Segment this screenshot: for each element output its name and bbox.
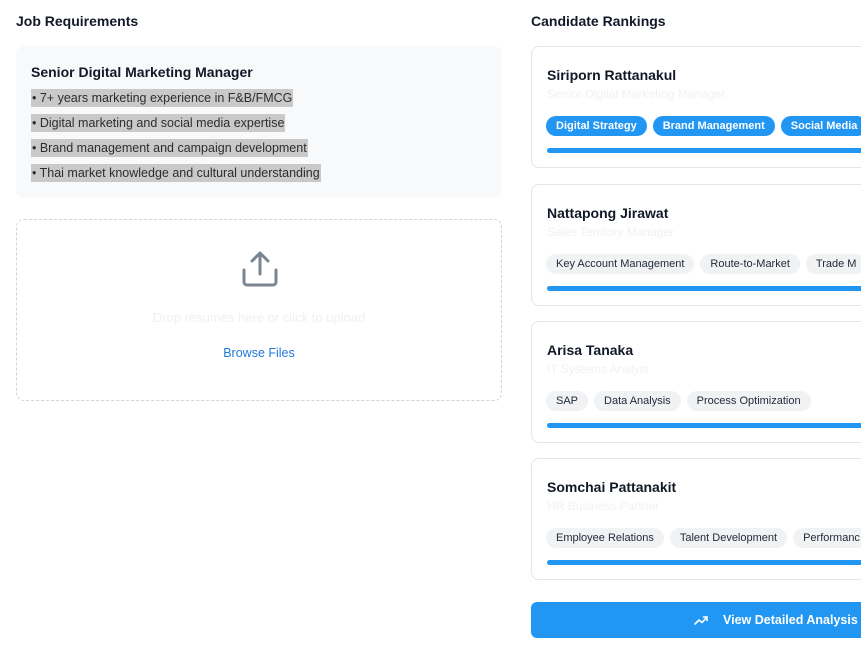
- skill-tag: Performanc: [793, 528, 861, 548]
- skill-tag: Brand Management: [652, 116, 775, 136]
- candidate-rankings-heading: Candidate Rankings: [531, 13, 666, 29]
- skill-tag: Talent Development: [669, 528, 788, 548]
- skill-tag: Digital Strategy: [546, 116, 647, 136]
- candidate-name: Arisa Tanaka: [547, 342, 634, 358]
- match-bar: [547, 560, 861, 565]
- candidate-role: HR Business Partner: [547, 499, 660, 513]
- requirement-item: • Digital marketing and social media exp…: [31, 114, 286, 132]
- match-bar: [547, 423, 861, 428]
- candidate-role: Senior Digital Marketing Manager: [547, 87, 726, 101]
- requirement-item: • Thai market knowledge and cultural und…: [31, 164, 321, 182]
- skill-tag: Social Media: [780, 116, 861, 136]
- candidate-card[interactable]: Somchai Pattanakit HR Business Partner E…: [531, 458, 861, 580]
- skill-tag: Route-to-Market: [700, 254, 800, 274]
- candidate-card[interactable]: Arisa Tanaka IT Systems Analyst SAP Data …: [531, 321, 861, 443]
- job-requirements-heading: Job Requirements: [16, 13, 139, 29]
- skill-tag: Process Optimization: [686, 391, 811, 411]
- candidate-role: Sales Territory Manager: [547, 225, 675, 239]
- candidate-role: IT Systems Analyst: [547, 362, 649, 376]
- resume-dropzone[interactable]: Drop resumes here or click to upload Bro…: [16, 219, 502, 401]
- job-requirements-card: Senior Digital Marketing Manager • 7+ ye…: [16, 46, 502, 198]
- skill-tags: SAP Data Analysis Process Optimization: [546, 391, 817, 411]
- skill-tag: Employee Relations: [546, 528, 664, 548]
- skill-tag: Trade M: [805, 254, 861, 274]
- candidate-name: Somchai Pattanakit: [547, 479, 677, 495]
- analysis-button-label: View Detailed Analysis: [723, 613, 858, 627]
- requirements-list: • 7+ years marketing experience in F&B/F…: [31, 89, 487, 182]
- candidate-name: Siriporn Rattanakul: [547, 67, 677, 83]
- skill-tags: Digital Strategy Brand Management Social M…: [546, 116, 861, 136]
- trending-up-icon: [694, 616, 708, 625]
- app-page: Job Requirements Candidate Rankings Seni…: [0, 0, 861, 645]
- skill-tag: SAP: [546, 391, 589, 411]
- skill-tag: Key Account Management: [546, 254, 695, 274]
- skill-tag: Data Analysis: [594, 391, 681, 411]
- skill-tags: Employee Relations Talent Development Perf…: [546, 528, 861, 548]
- upload-icon: [242, 251, 278, 287]
- browse-files-link[interactable]: Browse Files: [17, 346, 501, 360]
- match-bar-fill: [547, 560, 861, 565]
- requirement-item: • 7+ years marketing experience in F&B/F…: [31, 89, 294, 107]
- match-bar: [547, 148, 861, 153]
- view-detailed-analysis-button[interactable]: View Detailed Analysis: [531, 602, 861, 638]
- match-bar-fill: [547, 286, 861, 291]
- dropzone-prompt: Drop resumes here or click to upload: [152, 310, 366, 325]
- skill-tags: Key Account Management Route-to-Market Tra…: [546, 254, 861, 274]
- position-title: Senior Digital Marketing Manager: [31, 64, 253, 80]
- candidate-card[interactable]: Siriporn Rattanakul Senior Digital Marke…: [531, 46, 861, 168]
- match-bar: [547, 286, 861, 291]
- candidate-name: Nattapong Jirawat: [547, 205, 669, 221]
- match-bar-fill: [547, 148, 861, 153]
- candidate-card[interactable]: Nattapong Jirawat Sales Territory Manage…: [531, 184, 861, 306]
- requirement-item: • Brand management and campaign developm…: [31, 139, 308, 157]
- match-bar-fill: [547, 423, 861, 428]
